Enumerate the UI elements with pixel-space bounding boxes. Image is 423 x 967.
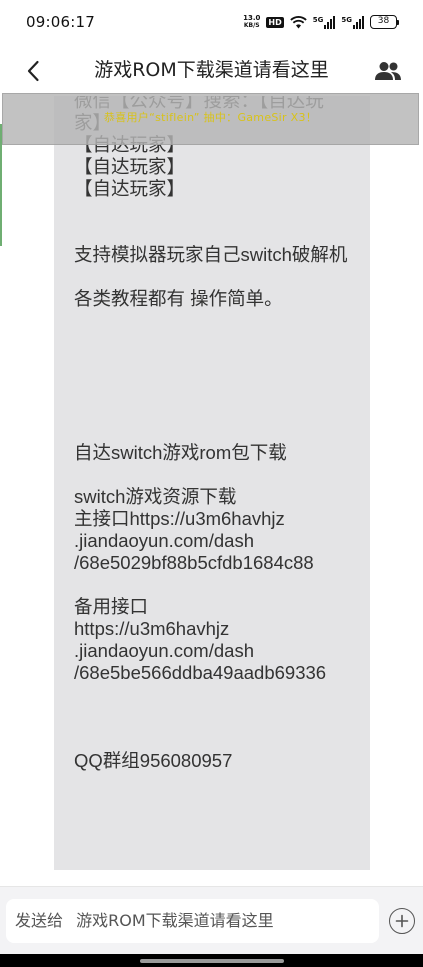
nav-bar: 游戏ROM下载渠道请看这里 (0, 44, 423, 96)
input-placeholder-prefix: 发送给 (15, 911, 64, 930)
prize-notice-banner: 恭喜用户“stiflein” 抽中：GameSir X3！ (2, 93, 419, 145)
input-bar: 发送给 游戏ROM下载渠道请看这里 (0, 886, 423, 954)
wifi-icon (290, 15, 307, 28)
signal-1-label: 5G (312, 15, 324, 24)
hd-icon: HD (266, 16, 284, 28)
navigation-bar (0, 954, 423, 967)
network-speed-unit: KB/S (243, 22, 260, 29)
network-speed: 13.0 KB/S (243, 14, 261, 30)
back-button[interactable] (18, 56, 48, 86)
add-attachment-button[interactable] (389, 908, 415, 934)
message-bubble[interactable]: 微信【公众号】搜索：【自达玩家】 【自达玩家】 【自达玩家】 【自达玩家】 支持… (54, 96, 370, 870)
signal-2-label: 5G (341, 15, 352, 24)
battery-icon: 38 (370, 15, 399, 29)
network-speed-value: 13.0 (243, 14, 261, 22)
status-icons: 13.0 KB/S HD 5G 5G 38 (243, 15, 399, 29)
input-placeholder-target: 游戏ROM下载渠道请看这里 (76, 911, 274, 930)
status-time: 09:06:17 (26, 13, 95, 31)
chat-area[interactable]: 微信【公众号】搜索：【自达玩家】 【自达玩家】 【自达玩家】 【自达玩家】 支持… (0, 96, 423, 886)
group-members-button[interactable] (373, 57, 403, 85)
battery-level: 38 (370, 15, 397, 29)
group-icon (375, 62, 401, 80)
status-bar: 09:06:17 13.0 KB/S HD 5G 5G 38 (0, 0, 423, 44)
chevron-left-icon (27, 60, 39, 82)
plus-circle-icon (395, 914, 409, 928)
page-title: 游戏ROM下载渠道请看这里 (94, 59, 329, 81)
prize-notice-text: 恭喜用户“stiflein” 抽中：GameSir X3！ (103, 111, 318, 124)
home-indicator[interactable] (140, 959, 284, 963)
signal-icon-1: 5G (312, 15, 336, 29)
message-input[interactable]: 发送给 游戏ROM下载渠道请看这里 (6, 899, 379, 943)
signal-icon-2: 5G (341, 15, 364, 29)
message-text: 微信【公众号】搜索：【自达玩家】 【自达玩家】 【自达玩家】 【自达玩家】 支持… (74, 96, 348, 771)
